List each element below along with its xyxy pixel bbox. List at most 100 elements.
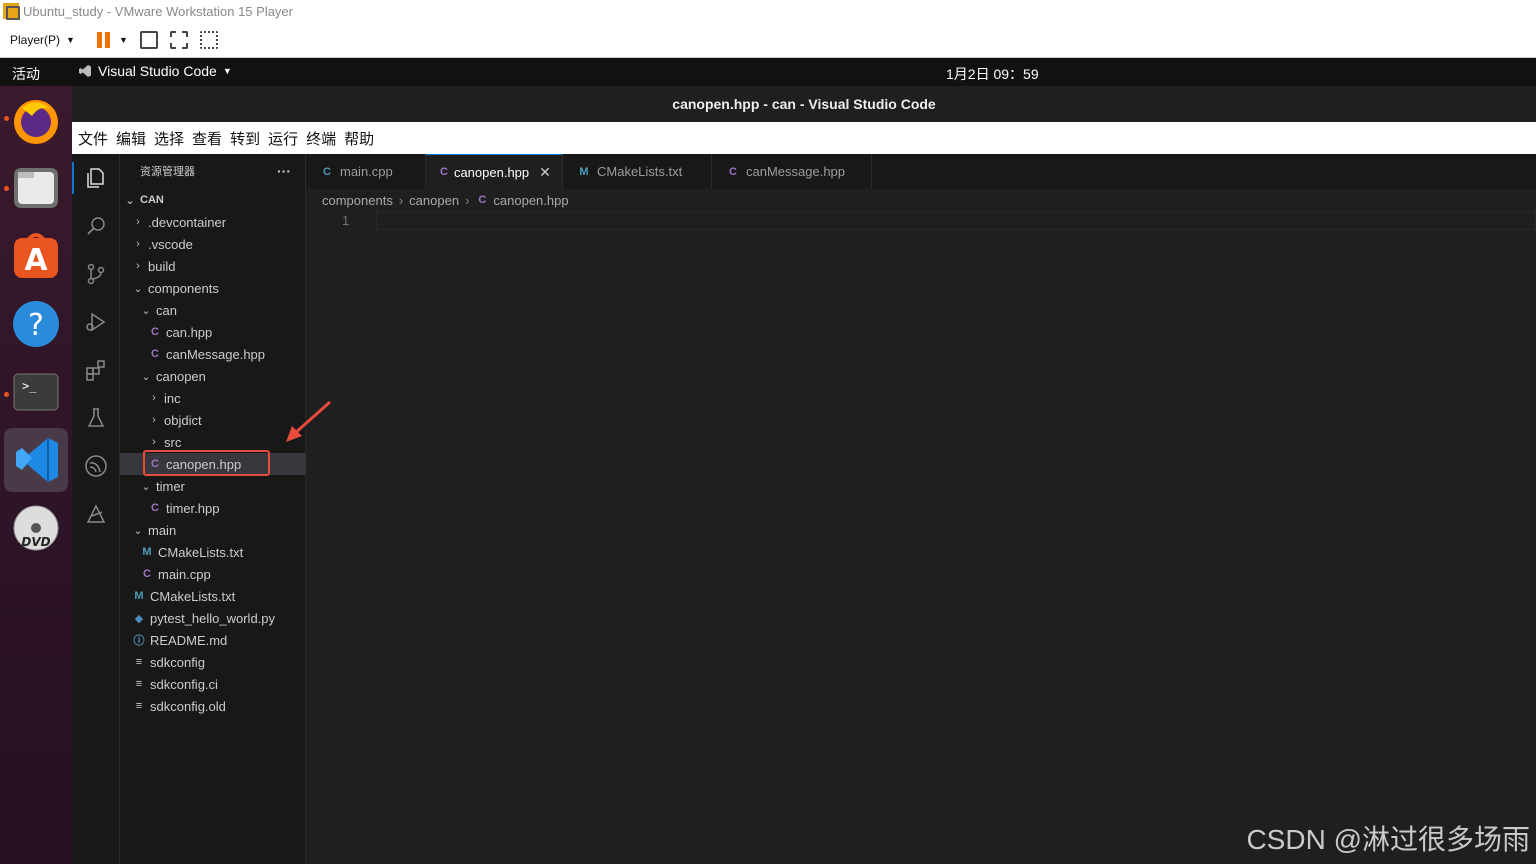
tree-item-label: sdkconfig <box>150 654 205 670</box>
tab-cmakelists[interactable]: M CMakeLists.txt <box>563 154 712 189</box>
tree-item-label: src <box>164 434 182 450</box>
tree-item-label: build <box>148 258 176 274</box>
tree-file[interactable]: Ccan.hpp <box>120 321 306 343</box>
tree-file[interactable]: M CMakeLists.txt <box>120 585 306 607</box>
tree-item-label: components <box>148 280 219 296</box>
svg-text:DVD: DVD <box>21 535 50 549</box>
tree-item-label: CMakeLists.txt <box>150 588 236 604</box>
tree-item-label: timer <box>156 478 185 494</box>
menu-terminal[interactable]: 终端 <box>306 128 336 149</box>
menu-help[interactable]: 帮助 <box>344 128 374 149</box>
tab-label: CMakeLists.txt <box>597 164 683 179</box>
menu-edit[interactable]: 编辑 <box>116 128 146 149</box>
tree-folder[interactable]: › .devcontainer <box>120 211 306 233</box>
cpp-file-icon: C <box>729 165 737 178</box>
dvd-icon[interactable]: DVD <box>10 502 62 554</box>
tree-folder[interactable]: ⌄ canopen <box>120 365 306 387</box>
tree-folder[interactable]: › inc <box>120 387 306 409</box>
send-ctrl-alt-del-icon[interactable] <box>139 30 158 49</box>
tab-canopen-hpp[interactable]: C canopen.hpp ✕ <box>426 154 563 189</box>
search-icon[interactable] <box>84 214 108 238</box>
explorer-icon[interactable] <box>84 166 108 190</box>
tree-folder[interactable]: › objdict <box>120 409 306 431</box>
breadcrumb-item[interactable]: canopen <box>409 193 459 208</box>
chevron-right-icon: › <box>136 260 140 272</box>
app-store-icon[interactable]: A <box>10 230 62 282</box>
run-debug-icon[interactable] <box>84 310 108 334</box>
workspace-root[interactable]: ⌄ CAN <box>120 189 306 211</box>
tab-label: canMessage.hpp <box>746 164 846 179</box>
menu-run[interactable]: 运行 <box>268 128 298 149</box>
extensions-icon[interactable] <box>84 358 108 382</box>
breadcrumb-item[interactable]: components <box>322 193 393 208</box>
fullscreen-icon[interactable] <box>169 30 188 49</box>
watermark: CSDN @淋过很多场雨 <box>1246 824 1530 855</box>
activity-bar <box>72 154 120 864</box>
tree-file[interactable]: Ctimer.hpp <box>120 497 306 519</box>
firefox-icon[interactable] <box>10 94 62 146</box>
tree-folder[interactable]: ⌄ timer <box>120 475 306 497</box>
vscode-dock-icon[interactable] <box>4 428 68 492</box>
menu-selection[interactable]: 选择 <box>154 128 184 149</box>
tree-folder[interactable]: › build <box>120 255 306 277</box>
breadcrumb: components › canopen › C canopen.hpp <box>306 189 1536 211</box>
python-file-icon: ◆ <box>134 612 144 625</box>
tree-file[interactable]: M CMakeLists.txt <box>120 541 306 563</box>
tree-folder[interactable]: ⌄ can <box>120 299 306 321</box>
tree-file[interactable]: ≡ sdkconfig.ci <box>120 673 306 695</box>
text-file-icon: ≡ <box>135 656 143 668</box>
chevron-right-icon: › <box>136 238 140 250</box>
terminal-icon[interactable]: >_ <box>10 366 62 418</box>
text-file-icon: ≡ <box>135 700 143 712</box>
menu-view[interactable]: 查看 <box>192 128 222 149</box>
tree-file[interactable]: ≡ sdkconfig.old <box>120 695 306 717</box>
more-actions-icon[interactable]: ··· <box>277 163 291 179</box>
testing-icon[interactable] <box>84 406 108 430</box>
chevron-down-icon: ⌄ <box>133 282 143 295</box>
help-icon[interactable]: ? <box>10 298 62 350</box>
vm-toolbar: Player(P) ▼ ▼ <box>0 22 1536 58</box>
close-icon[interactable]: ✕ <box>539 164 551 181</box>
window-title-bar: canopen.hpp - can - Visual Studio Code <box>72 86 1536 122</box>
code-editor[interactable]: 1 <box>306 211 1536 864</box>
editor-tabs: C main.cpp C canopen.hpp ✕ M CMakeLists.… <box>306 154 1536 189</box>
tree-item-label: CMakeLists.txt <box>158 544 244 560</box>
gnome-top-bar: 活动 Visual Studio Code ▼ 1月2日 09：59 <box>0 58 1536 86</box>
chevron-down-icon: ⌄ <box>141 304 151 317</box>
cpp-file-icon: C <box>143 568 151 580</box>
vmware-logo-icon <box>3 3 20 20</box>
tree-folder[interactable]: › .vscode <box>120 233 306 255</box>
breadcrumb-item[interactable]: canopen.hpp <box>493 193 568 208</box>
esp-idf-icon[interactable] <box>84 454 108 478</box>
clock[interactable]: 1月2日 09：59 <box>946 64 1039 84</box>
tree-folder[interactable]: ⌄ main <box>120 519 306 541</box>
current-line-highlight <box>376 211 1536 230</box>
line-number: 1 <box>342 213 350 228</box>
source-control-icon[interactable] <box>84 262 108 286</box>
tree-file[interactable]: Cmain.cpp <box>120 563 306 585</box>
unity-mode-icon[interactable] <box>199 30 218 49</box>
menu-file[interactable]: 文件 <box>78 128 108 149</box>
pause-icon[interactable] <box>96 31 111 48</box>
tree-item-label: can.hpp <box>166 324 213 340</box>
chevron-down-icon: ⌄ <box>141 480 151 493</box>
files-icon[interactable] <box>10 162 62 214</box>
tab-main-cpp[interactable]: C main.cpp <box>306 154 426 189</box>
menu-bar: 文件 编辑 选择 查看 转到 运行 终端 帮助 <box>72 122 1536 154</box>
chevron-right-icon: › <box>152 392 156 404</box>
tree-file[interactable]: ≡ sdkconfig <box>120 651 306 673</box>
platform-icon[interactable] <box>84 502 108 526</box>
tree-file[interactable]: ◆ pytest_hello_world.py <box>120 607 306 629</box>
tree-item-label: timer.hpp <box>166 500 220 516</box>
tab-canmessage-hpp[interactable]: C canMessage.hpp <box>712 154 872 189</box>
menu-go[interactable]: 转到 <box>230 128 260 149</box>
chevron-right-icon: › <box>152 436 156 448</box>
tree-file[interactable]: CcanMessage.hpp <box>120 343 306 365</box>
app-menu-button[interactable]: Visual Studio Code ▼ <box>78 63 232 79</box>
tree-folder[interactable]: ⌄ components <box>120 277 306 299</box>
tree-file[interactable]: ⓘ README.md <box>120 629 306 651</box>
chevron-down-icon[interactable]: ▼ <box>119 35 128 45</box>
activities-button[interactable]: 活动 <box>12 64 40 84</box>
cpp-file-icon: C <box>440 166 448 178</box>
player-menu-button[interactable]: Player(P) ▼ <box>10 33 75 47</box>
